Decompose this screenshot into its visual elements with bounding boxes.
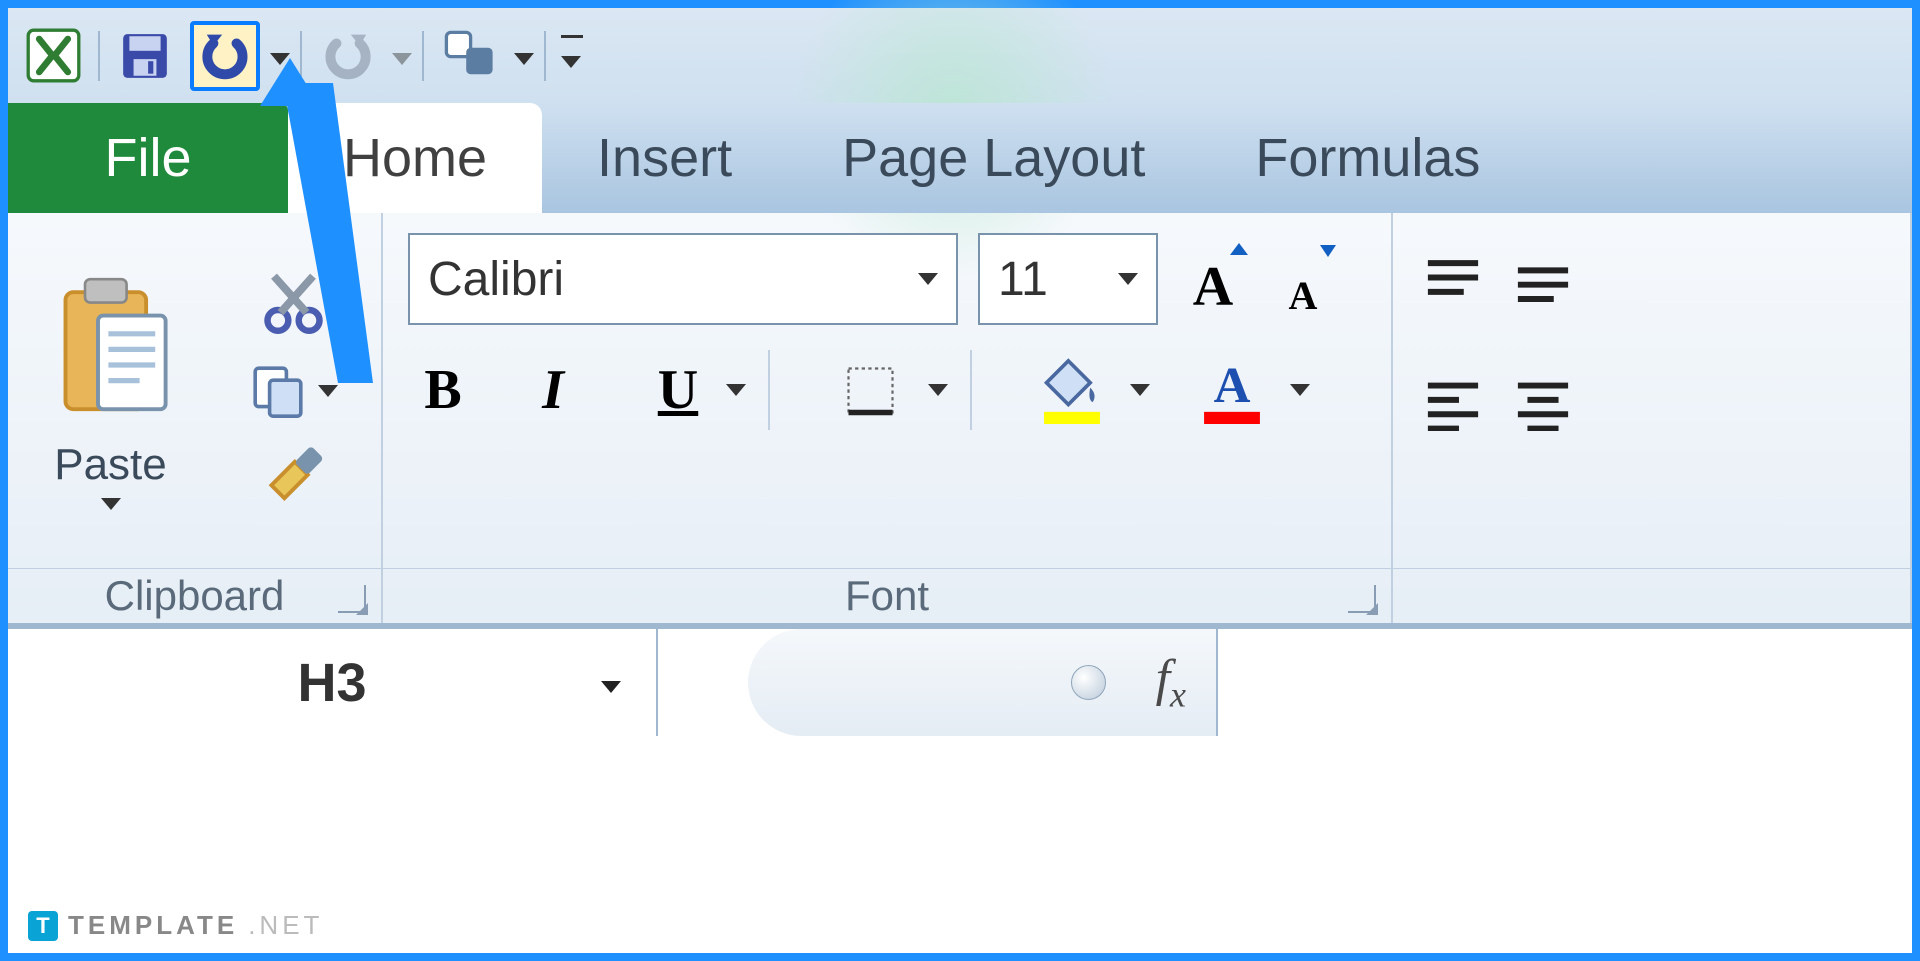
- insert-function-button[interactable]: fx: [1156, 649, 1186, 715]
- watermark-badge: T: [28, 911, 58, 941]
- borders-button[interactable]: [810, 350, 930, 430]
- qat-separator: [300, 31, 302, 81]
- app-frame: File Home Insert Page Layout Formulas: [0, 0, 1920, 961]
- cancel-formula-icon[interactable]: [1071, 665, 1106, 700]
- cell-reference: H3: [297, 652, 366, 714]
- qat-separator: [544, 31, 546, 81]
- chevron-down-icon[interactable]: [601, 664, 621, 701]
- cut-button[interactable]: [261, 271, 326, 341]
- undo-button[interactable]: [190, 21, 260, 91]
- font-color-button[interactable]: A: [1172, 350, 1292, 430]
- align-top-button[interactable]: [1418, 243, 1488, 323]
- tab-file[interactable]: File: [8, 103, 288, 213]
- align-middle-button[interactable]: [1508, 243, 1578, 323]
- addin-button[interactable]: [434, 21, 504, 91]
- redo-button[interactable]: [312, 21, 382, 91]
- font-name-combo[interactable]: Calibri: [408, 233, 958, 325]
- excel-app-icon[interactable]: [18, 21, 88, 91]
- italic-button[interactable]: I: [518, 350, 588, 430]
- align-center-button[interactable]: [1508, 363, 1578, 443]
- save-button[interactable]: [110, 21, 180, 91]
- tab-insert[interactable]: Insert: [542, 103, 787, 213]
- formula-controls: fx: [748, 629, 1218, 736]
- separator: [970, 350, 972, 430]
- undo-dropdown-icon[interactable]: [270, 39, 290, 73]
- font-name-value: Calibri: [428, 252, 564, 307]
- chevron-down-icon[interactable]: [726, 384, 746, 396]
- group-label: Clipboard: [105, 572, 285, 620]
- quick-access-toolbar: [8, 8, 1912, 103]
- copy-button[interactable]: [248, 361, 338, 421]
- qat-customize-dropdown-icon[interactable]: [561, 35, 583, 76]
- group-font: Calibri 11 A A: [383, 213, 1393, 623]
- chevron-down-icon[interactable]: [928, 384, 948, 396]
- bold-button[interactable]: B: [408, 350, 478, 430]
- tab-home[interactable]: Home: [288, 103, 542, 213]
- paste-label: Paste: [54, 440, 167, 490]
- chevron-down-icon: [918, 273, 938, 285]
- group-alignment: [1393, 213, 1912, 623]
- group-label: Font: [845, 572, 929, 620]
- dialog-launcher-icon[interactable]: [338, 585, 366, 613]
- tab-label: Formulas: [1255, 127, 1480, 189]
- fill-color-button[interactable]: [1012, 350, 1132, 430]
- tab-label: File: [104, 127, 191, 189]
- chevron-down-icon: [1118, 273, 1138, 285]
- font-size-combo[interactable]: 11: [978, 233, 1158, 325]
- ribbon-tabs: File Home Insert Page Layout Formulas: [8, 103, 1912, 213]
- name-box[interactable]: H3: [8, 629, 658, 736]
- watermark-brand: TEMPLATE: [68, 910, 238, 941]
- addin-dropdown-icon[interactable]: [514, 39, 534, 73]
- copy-dropdown-icon[interactable]: [318, 385, 338, 397]
- svg-text:A: A: [1214, 358, 1251, 414]
- grow-font-button[interactable]: A: [1178, 239, 1248, 319]
- qat-separator: [422, 31, 424, 81]
- watermark-suffix: .NET: [248, 910, 323, 941]
- paste-button[interactable]: Paste: [8, 272, 213, 510]
- format-painter-button[interactable]: [261, 441, 326, 511]
- watermark: T TEMPLATE .NET: [28, 910, 323, 941]
- group-clipboard: Paste: [8, 213, 383, 623]
- tab-formulas[interactable]: Formulas: [1200, 103, 1535, 213]
- font-size-value: 11: [998, 252, 1048, 307]
- qat-separator: [98, 31, 100, 81]
- align-left-button[interactable]: [1418, 363, 1488, 443]
- formula-bar: H3 fx: [8, 626, 1912, 736]
- tab-label: Page Layout: [842, 127, 1145, 189]
- paste-dropdown-icon[interactable]: [101, 498, 121, 510]
- underline-button[interactable]: U: [628, 350, 728, 430]
- chevron-down-icon[interactable]: [1290, 384, 1310, 396]
- tab-label: Insert: [597, 127, 732, 189]
- dialog-launcher-icon[interactable]: [1348, 585, 1376, 613]
- ribbon-body: Paste: [8, 213, 1912, 626]
- chevron-down-icon[interactable]: [1130, 384, 1150, 396]
- redo-dropdown-icon[interactable]: [392, 39, 412, 73]
- tab-page-layout[interactable]: Page Layout: [787, 103, 1200, 213]
- tab-label: Home: [343, 127, 487, 189]
- shrink-font-button[interactable]: A: [1268, 239, 1338, 319]
- separator: [768, 350, 770, 430]
